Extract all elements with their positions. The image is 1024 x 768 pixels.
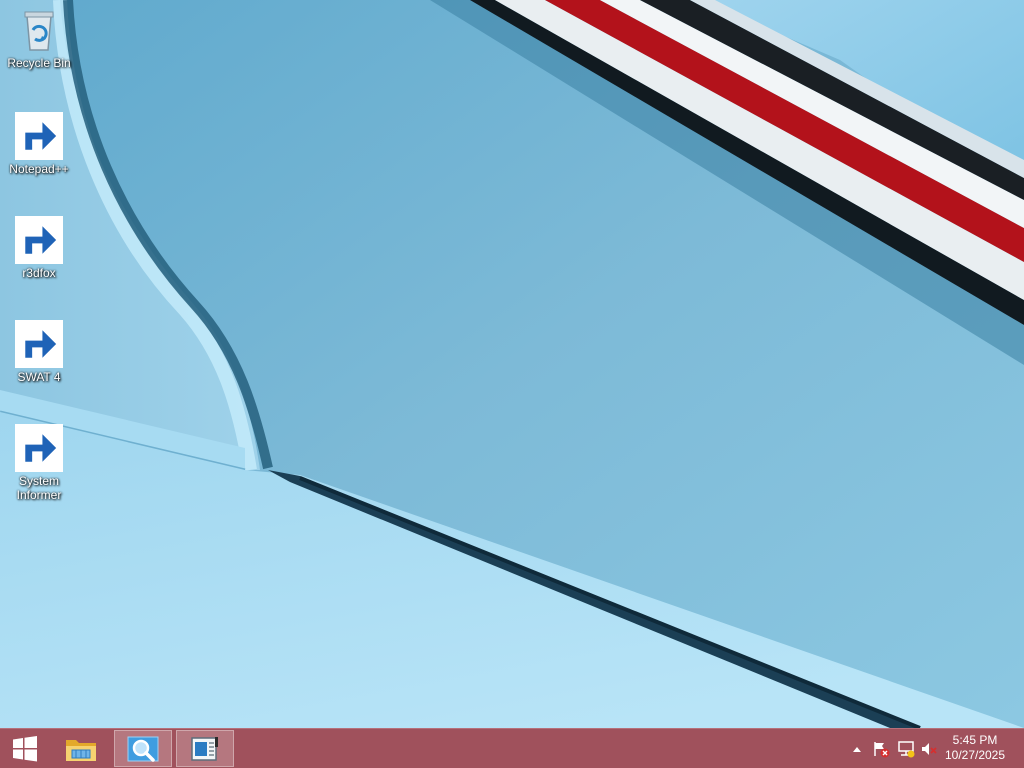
search-magnifier-icon — [127, 736, 159, 762]
file-explorer-icon — [66, 739, 96, 761]
desktop-icon-recycle-bin[interactable]: Recycle Bin — [2, 6, 76, 70]
desktop-icon-label: SWAT 4 — [17, 370, 61, 384]
taskbar-control-panel-button[interactable] — [176, 730, 234, 767]
show-hidden-icons-button[interactable] — [848, 729, 866, 768]
desktop-icon-label: Recycle Bin — [7, 56, 71, 70]
desktop-icon-swat4[interactable]: SWAT 4 — [2, 320, 76, 384]
system-informer-icon — [15, 424, 63, 472]
shortcut-arrow-icon — [15, 216, 63, 264]
network-icon — [898, 741, 915, 758]
desktop-icon-label: r3dfox — [22, 266, 56, 280]
shortcut-arrow-icon — [15, 320, 63, 368]
volume-muted-icon — [922, 743, 937, 755]
notepad-plus-plus-icon — [15, 112, 63, 160]
taskbar-file-explorer-button[interactable] — [52, 730, 110, 767]
desktop-icon-notepad-plus-plus[interactable]: Notepad++ — [2, 112, 76, 176]
desktop[interactable]: Recycle Bin Notepad++ r3dfox SWAT 4 Syst… — [0, 0, 1024, 768]
taskbar: 5:45 PM 10/27/2025 — [0, 728, 1024, 768]
taskbar-clock[interactable]: 5:45 PM 10/27/2025 — [940, 733, 1010, 763]
swat4-icon — [15, 320, 63, 368]
shortcut-arrow-icon — [15, 112, 63, 160]
action-center-flag-icon — [874, 742, 890, 758]
desktop-icon-label: System Informer — [16, 474, 62, 502]
clock-date: 10/27/2025 — [944, 748, 1006, 762]
wallpaper — [0, 0, 1024, 728]
desktop-icon-system-informer[interactable]: System Informer — [2, 424, 76, 502]
tray-action-center-button[interactable] — [870, 729, 892, 768]
desktop-icon-label: Notepad++ — [9, 162, 69, 176]
start-button[interactable] — [0, 730, 50, 767]
r3dfox-icon — [15, 216, 63, 264]
tray-volume-button[interactable] — [918, 729, 940, 768]
desktop-icon-r3dfox[interactable]: r3dfox — [2, 216, 76, 280]
clock-time: 5:45 PM — [952, 733, 998, 747]
start-windows-icon — [13, 735, 37, 761]
chevron-up-icon — [853, 747, 861, 752]
shortcut-arrow-icon — [15, 424, 63, 472]
taskbar-search-button[interactable] — [114, 730, 172, 767]
recycle-bin-icon — [15, 6, 63, 54]
tray-network-button[interactable] — [894, 729, 918, 768]
control-panel-icon — [191, 736, 218, 761]
